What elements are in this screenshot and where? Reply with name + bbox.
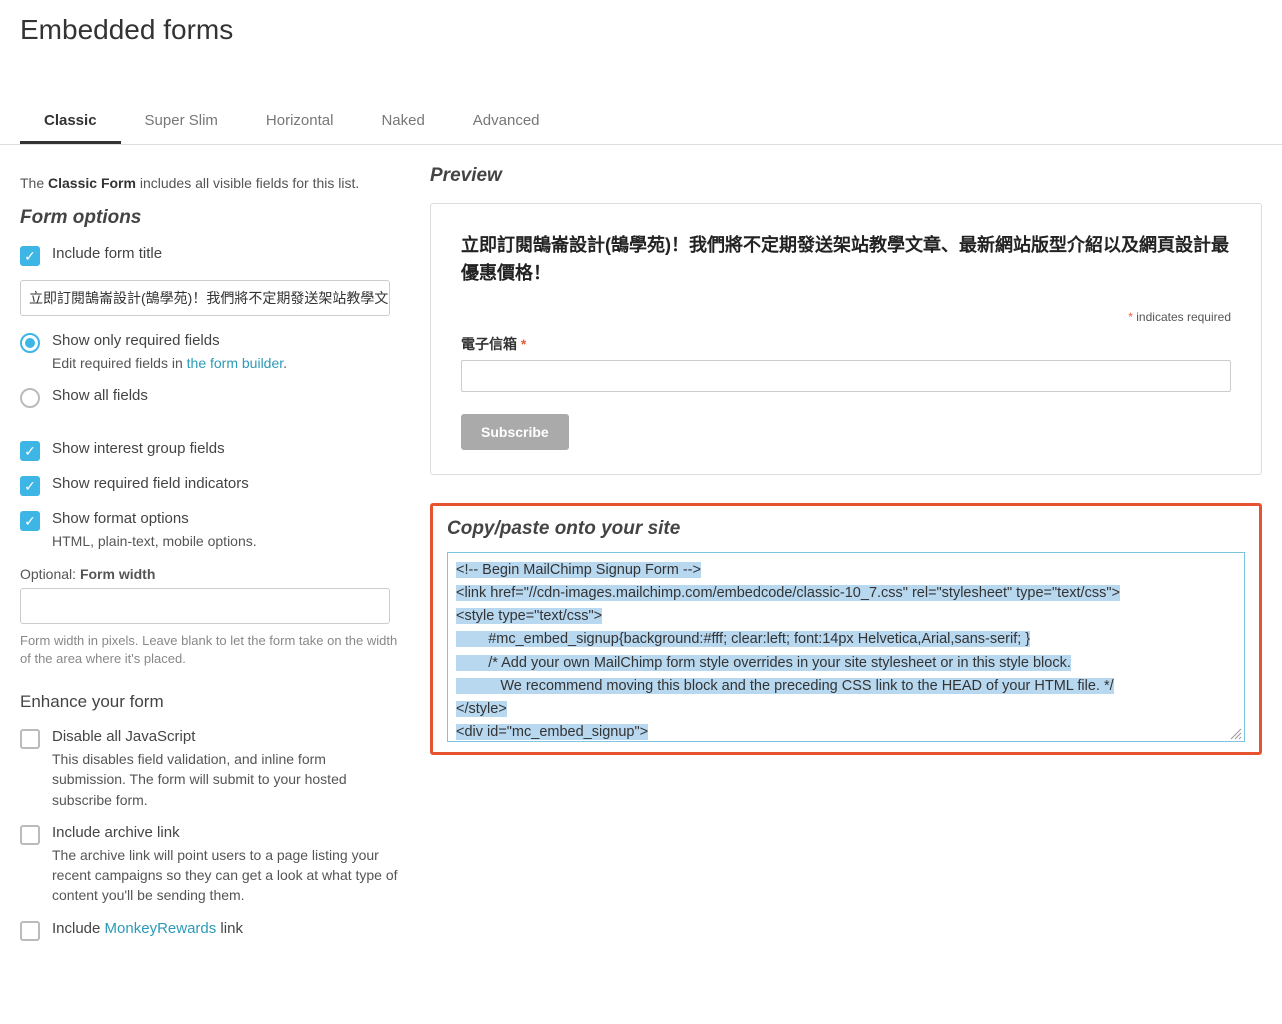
tab-naked[interactable]: Naked [357,100,448,144]
disable-js-label: Disable all JavaScript [52,728,400,745]
monkeyrewards-label: Include MonkeyRewards link [52,920,400,937]
archive-checkbox[interactable] [20,825,40,845]
only-required-desc: Edit required fields in the form builder… [52,353,400,373]
format-options-label: Show format options [52,510,400,527]
required-indicators-checkbox[interactable]: ✓ [20,476,40,496]
disable-js-desc: This disables field validation, and inli… [52,749,400,810]
show-all-radio[interactable] [20,388,40,408]
copy-paste-heading: Copy/paste onto your site [447,518,1245,540]
monkeyrewards-link[interactable]: MonkeyRewards [105,920,217,937]
embed-code-textarea[interactable]: <!-- Begin MailChimp Signup Form --> <li… [447,552,1245,742]
tab-horizontal[interactable]: Horizontal [242,100,358,144]
email-input[interactable] [461,360,1231,392]
email-field-label: 電子信箱 * [461,334,1231,354]
indicates-required: * indicates required [461,310,1231,324]
interest-groups-label: Show interest group fields [52,440,400,457]
enhance-heading: Enhance your form [20,692,400,712]
interest-groups-checkbox[interactable]: ✓ [20,441,40,461]
tab-classic[interactable]: Classic [20,100,121,144]
archive-label: Include archive link [52,824,400,841]
tab-super-slim[interactable]: Super Slim [121,100,242,144]
disable-js-checkbox[interactable] [20,729,40,749]
preview-form-title: 立即訂閱鵠崙設計(鵠學苑)！我們將不定期發送架站教學文章、最新網站版型介紹以及網… [461,232,1231,288]
monkeyrewards-checkbox[interactable] [20,921,40,941]
required-indicators-label: Show required field indicators [52,475,400,492]
form-builder-link[interactable]: the form builder [187,355,284,371]
form-options-heading: Form options [20,207,400,229]
only-required-label: Show only required fields [52,332,400,349]
only-required-radio[interactable] [20,333,40,353]
include-title-checkbox[interactable]: ✓ [20,246,40,266]
format-options-checkbox[interactable]: ✓ [20,511,40,531]
resize-handle-icon[interactable] [1230,727,1242,739]
embed-code-section: Copy/paste onto your site <!-- Begin Mai… [430,503,1262,755]
tabs: Classic Super Slim Horizontal Naked Adva… [0,100,1282,145]
form-width-input[interactable] [20,588,390,624]
archive-desc: The archive link will point users to a p… [52,845,400,906]
show-all-label: Show all fields [52,387,400,404]
preview-heading: Preview [430,165,1262,187]
page-title: Embedded forms [0,0,1282,50]
preview-box: 立即訂閱鵠崙設計(鵠學苑)！我們將不定期發送架站教學文章、最新網站版型介紹以及網… [430,203,1262,475]
form-title-input[interactable]: 立即訂閱鵠崙設計(鵠學苑)！我們將不定期發送架站教學文 [20,280,390,316]
tab-advanced[interactable]: Advanced [449,100,564,144]
subscribe-button[interactable]: Subscribe [461,414,569,450]
format-options-desc: HTML, plain-text, mobile options. [52,531,400,551]
form-width-help: Form width in pixels. Leave blank to let… [20,632,400,668]
intro-text: The Classic Form includes all visible fi… [20,175,400,191]
include-title-label: Include form title [52,245,400,262]
form-width-label: Optional: Form width [20,566,400,582]
